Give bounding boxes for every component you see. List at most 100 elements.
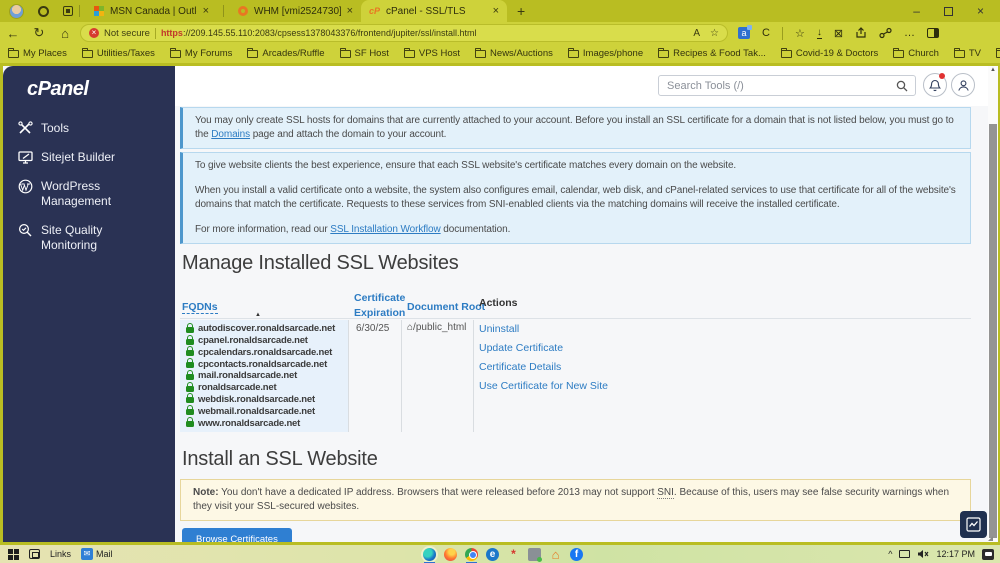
bookmark-folder[interactable]: SF Host: [339, 48, 389, 59]
browser-essentials-icon[interactable]: C: [762, 27, 770, 39]
install-ssl-heading: Install an SSL Website: [182, 448, 378, 470]
address-bar[interactable]: × Not secure https://209.145.55.110:2083…: [80, 24, 728, 42]
collections-icon[interactable]: ☆: [795, 27, 805, 40]
bookmark-folder[interactable]: Recipes & Food Tak...: [658, 48, 766, 59]
bookmark-folder[interactable]: Images/phone: [567, 48, 643, 59]
favorite-star-icon[interactable]: ☆: [710, 28, 719, 39]
window-minimize-button[interactable]: –: [913, 4, 920, 18]
tab-msn[interactable]: MSN Canada | Outlook, Office, Sk ×: [86, 0, 217, 22]
folder-icon: [780, 48, 792, 58]
taskbar-edge-legacy-icon[interactable]: e: [486, 547, 499, 561]
ssl-workflow-link[interactable]: SSL Installation Workflow: [330, 224, 440, 235]
fqdn-cell: autodiscover.ronaldsarcade.net cpanel.ro…: [180, 320, 348, 432]
notification-center-icon[interactable]: [982, 548, 994, 560]
tray-hidden-icons-chevron[interactable]: ^: [888, 549, 892, 559]
search-input[interactable]: [658, 75, 916, 96]
column-header-certificate-expiration[interactable]: Certificate Expiration: [354, 290, 410, 320]
url-text[interactable]: https://209.145.55.110:2083/cpsess137804…: [161, 28, 688, 38]
sidebar-item-wordpress-management[interactable]: WordPress Management: [18, 179, 143, 209]
window-close-button[interactable]: ×: [977, 4, 984, 18]
taskbar-facebook-icon[interactable]: f: [570, 547, 583, 561]
info-paragraph: For more information, read our SSL Insta…: [195, 224, 511, 235]
web-capture-icon[interactable]: ⊠: [834, 27, 843, 40]
tab-close-icon[interactable]: ×: [203, 5, 209, 17]
bookmark-folder[interactable]: TV: [953, 48, 981, 59]
tab-whm[interactable]: WHM [vmi2524730] List Account ×: [230, 0, 361, 22]
workspaces-icon[interactable]: [38, 5, 49, 17]
network-display-icon[interactable]: [899, 550, 911, 558]
table-header-divider: [180, 318, 971, 319]
taskbar-firefox-icon[interactable]: [444, 547, 457, 561]
profile-avatar[interactable]: [9, 3, 24, 19]
lock-icon: [186, 393, 194, 404]
more-menu-icon[interactable]: …: [904, 27, 915, 39]
scrollbar-thumb[interactable]: [989, 124, 997, 538]
bookmark-folder[interactable]: Utilities/Taxes: [81, 48, 155, 59]
sidebar-item-sitejet-builder[interactable]: Sitejet Builder: [18, 150, 143, 165]
update-certificate-link[interactable]: Update Certificate: [479, 342, 608, 354]
taskbar-app-home-icon[interactable]: ⌂: [549, 548, 562, 561]
user-button[interactable]: [951, 73, 975, 97]
column-divider: [348, 320, 349, 432]
clock[interactable]: 12:17 PM: [936, 549, 975, 559]
scrollbar-up-icon[interactable]: ▲: [988, 67, 998, 73]
sidebar-item-tools[interactable]: Tools: [18, 121, 143, 136]
bookmarks-bar: My Places Utilities/Taxes My Forums Arca…: [0, 44, 1000, 63]
folder-icon: [567, 48, 579, 58]
taskbar-chrome-icon[interactable]: [465, 547, 478, 563]
bell-icon: [929, 79, 941, 91]
resize-handle-icon[interactable]: [988, 536, 993, 541]
use-certificate-new-site-link[interactable]: Use Certificate for New Site: [479, 380, 608, 392]
domains-link[interactable]: Domains: [211, 129, 250, 140]
analytics-float-button[interactable]: [960, 511, 987, 538]
start-button[interactable]: [8, 548, 19, 560]
translate-icon[interactable]: a: [738, 25, 752, 39]
bookmark-folder[interactable]: My Places: [8, 48, 67, 59]
folder-icon: [8, 48, 19, 58]
bookmark-folder[interactable]: Church: [893, 48, 939, 59]
links-toolbar-label[interactable]: Links: [50, 549, 71, 559]
bookmark-folder[interactable]: News/Auctions: [475, 48, 553, 59]
lock-icon: [186, 405, 194, 416]
refresh-icon[interactable]: ↻: [26, 25, 52, 41]
share-icon[interactable]: [855, 27, 867, 39]
taskbar-app-starburst-icon[interactable]: *: [507, 547, 520, 561]
back-icon[interactable]: ←: [0, 26, 26, 41]
sidebar-panel-icon[interactable]: [927, 28, 940, 38]
bookmark-folder[interactable]: My Forums: [169, 48, 232, 59]
volume-muted-icon[interactable]: [917, 549, 929, 559]
bookmark-folder[interactable]: Arcades/Ruffle: [247, 48, 325, 59]
bookmark-folder[interactable]: G-Mail: [996, 48, 1000, 59]
tab-actions-icon[interactable]: [63, 6, 73, 16]
home-icon[interactable]: ⌂: [52, 26, 78, 41]
fqdn-row: webdisk.ronaldsarcade.net: [186, 393, 342, 405]
tab-close-icon[interactable]: ×: [347, 5, 353, 17]
task-view-icon[interactable]: [29, 549, 40, 559]
fqdn-row: webmail.ronaldsarcade.net: [186, 405, 342, 417]
sidebar-item-label: WordPress Management: [41, 179, 112, 208]
address-divider: [154, 27, 156, 39]
certificate-details-link[interactable]: Certificate Details: [479, 361, 608, 373]
browse-certificates-button[interactable]: Browse Certificates: [182, 528, 292, 542]
bookmark-folder[interactable]: Covid-19 & Doctors: [780, 48, 878, 59]
mail-shortcut[interactable]: ✉ Mail: [81, 548, 113, 560]
taskbar-edge-icon[interactable]: [423, 547, 436, 563]
sidebar-item-label: Sitejet Builder: [41, 150, 116, 164]
link-icon[interactable]: [879, 27, 892, 39]
new-tab-button[interactable]: +: [517, 3, 525, 19]
folder-icon: [658, 48, 670, 58]
downloads-icon[interactable]: ↓: [816, 27, 822, 39]
tab-cpanel-active[interactable]: cP cPanel - SSL/TLS ×: [361, 0, 507, 22]
bookmark-folder[interactable]: VPS Host: [403, 48, 460, 59]
read-aloud-icon[interactable]: A: [693, 28, 700, 39]
sidebar-item-site-quality-monitoring[interactable]: Site Quality Monitoring: [18, 223, 143, 253]
column-header-fqdns[interactable]: FQDNs: [182, 297, 218, 315]
tab-close-icon[interactable]: ×: [493, 5, 499, 17]
not-secure-label[interactable]: Not secure: [104, 28, 150, 39]
column-header-document-root[interactable]: Document Root: [407, 297, 485, 315]
taskbar-app-gray-icon[interactable]: [528, 547, 542, 562]
url-scheme: https: [160, 28, 183, 38]
uninstall-link[interactable]: Uninstall: [479, 323, 608, 335]
cpanel-logo[interactable]: cPanel: [27, 78, 89, 101]
window-maximize-button[interactable]: [943, 6, 953, 16]
